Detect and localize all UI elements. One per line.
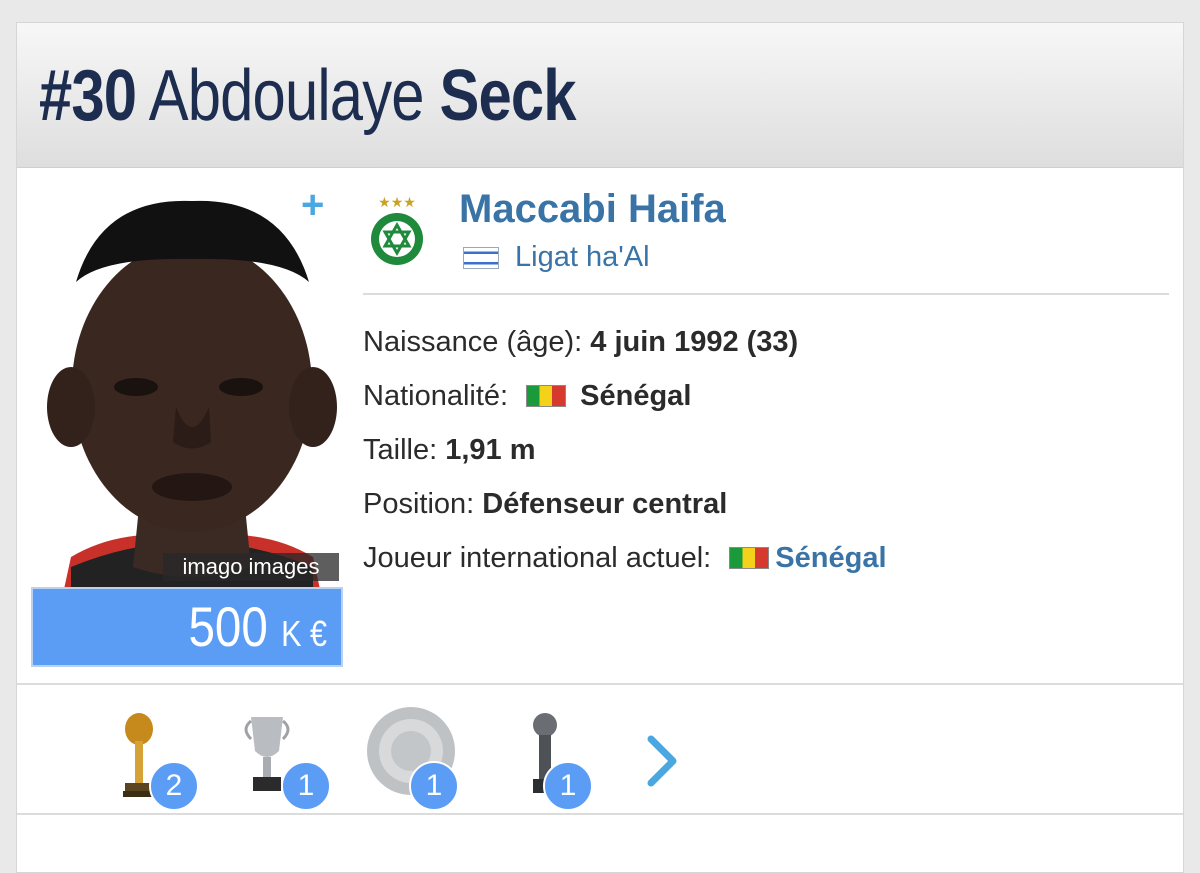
maccabi-haifa-crest-icon[interactable]: ★★★ xyxy=(363,195,431,267)
international-row: Joueur international actuel: Sénégal xyxy=(363,539,887,593)
club-name-link[interactable]: Maccabi Haifa xyxy=(459,185,726,233)
height-label: Taille: xyxy=(363,434,438,466)
player-header: #30 Abdoulaye Seck xyxy=(17,23,1183,168)
shirt-number: #30 xyxy=(39,56,137,136)
position-label: Position: xyxy=(363,488,475,520)
chevron-right-icon[interactable] xyxy=(639,731,699,791)
nationality-row: Nationalité: Sénégal xyxy=(363,377,887,431)
trophy-count-badge: 1 xyxy=(409,761,459,811)
trophy-item[interactable]: 2 xyxy=(101,707,201,817)
league-link[interactable]: Ligat ha'Al xyxy=(463,239,650,275)
trophy-count-badge: 2 xyxy=(149,761,199,811)
position-value: Défenseur central xyxy=(482,488,728,520)
player-details: Naissance (âge): 4 juin 1992 (33) Nation… xyxy=(363,323,887,593)
height-value: 1,91 m xyxy=(445,434,536,466)
photo-credit: imago images xyxy=(163,553,339,581)
svg-text:★★★: ★★★ xyxy=(378,195,416,211)
international-label: Joueur international actuel: xyxy=(363,542,712,574)
market-value-amount: 500 K € xyxy=(188,595,327,658)
trophy-item[interactable]: 1 xyxy=(231,707,331,817)
divider xyxy=(17,683,1183,685)
position-row: Position: Défenseur central xyxy=(363,485,887,539)
trophy-count-badge: 1 xyxy=(543,761,593,811)
page-title: #30 Abdoulaye Seck xyxy=(39,51,577,141)
israel-flag-icon xyxy=(463,247,499,269)
birth-label: Naissance (âge): xyxy=(363,326,583,358)
senegal-flag-icon xyxy=(729,547,770,569)
senegal-flag-icon xyxy=(526,385,567,407)
first-name: Abdoulaye xyxy=(148,56,425,136)
national-team-link[interactable]: Sénégal xyxy=(775,542,886,574)
trophy-count-badge: 1 xyxy=(281,761,331,811)
birth-row: Naissance (âge): 4 juin 1992 (33) xyxy=(363,323,887,377)
birth-value: 4 juin 1992 (33) xyxy=(590,326,799,358)
player-card: #30 Abdoulaye Seck + imago images 500 K … xyxy=(16,22,1184,873)
add-watchlist-icon[interactable]: + xyxy=(301,185,324,225)
divider xyxy=(363,293,1169,295)
nationality-label: Nationalité: xyxy=(363,380,509,412)
player-photo[interactable] xyxy=(41,187,343,603)
divider xyxy=(17,813,1183,815)
trophy-item[interactable]: 1 xyxy=(511,707,611,817)
market-value-badge[interactable]: 500 K € xyxy=(31,587,343,667)
league-name: Ligat ha'Al xyxy=(515,241,650,273)
last-name: Seck xyxy=(439,56,576,136)
height-row: Taille: 1,91 m xyxy=(363,431,887,485)
nationality-value: Sénégal xyxy=(580,380,692,412)
trophy-item[interactable]: 1 xyxy=(363,707,463,817)
